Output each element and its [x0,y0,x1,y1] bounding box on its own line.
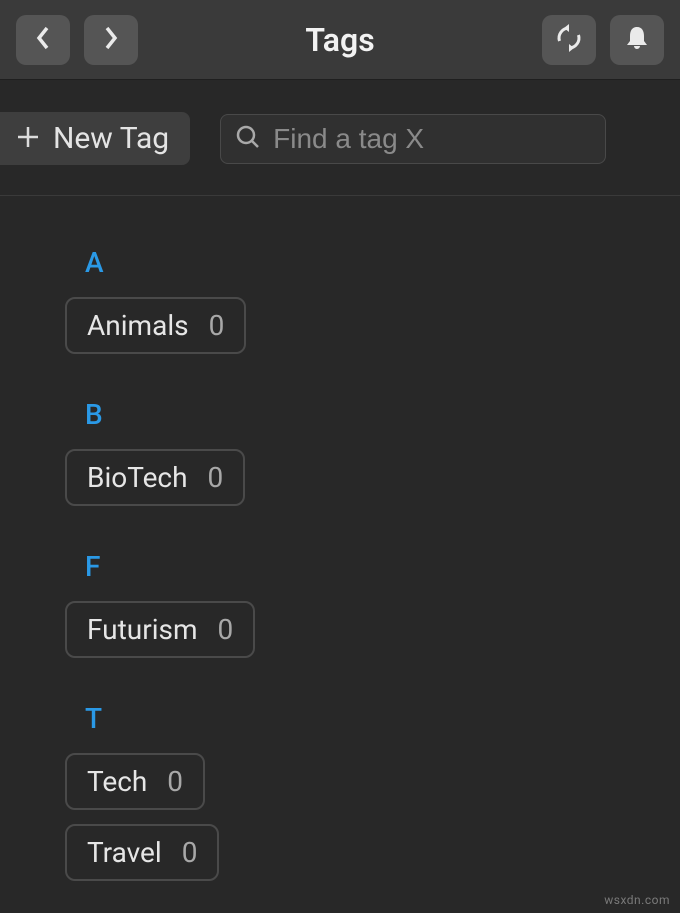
tag-name: BioTech [87,461,188,494]
letter-heading: T [65,692,680,753]
watermark: wsxdn.com [604,893,670,907]
plus-icon [15,124,41,154]
tags-list: A Animals 0 B BioTech 0 F Futurism 0 T [0,196,680,895]
tag-count: 0 [208,461,224,494]
search-input[interactable] [273,123,634,155]
search-field-wrap[interactable] [220,114,606,164]
tag-count: 0 [209,309,225,342]
title-bar: Tags [0,0,680,80]
letter-heading: B [65,388,680,449]
chevron-left-icon [33,24,53,56]
tag-count: 0 [167,765,183,798]
new-tag-label: New Tag [53,121,169,156]
tag-name: Futurism [87,613,198,646]
new-tag-button[interactable]: New Tag [0,112,190,165]
letter-heading: F [65,540,680,601]
tag-name: Animals [87,309,189,342]
letter-group: F Futurism 0 [65,540,680,672]
letter-group: T Tech 0 Travel 0 [65,692,680,895]
sync-icon [554,23,584,57]
toolbar: New Tag [0,80,680,196]
chevron-right-icon [101,24,121,56]
back-button[interactable] [16,15,70,65]
tag-chip[interactable]: BioTech 0 [65,449,245,506]
letter-group: A Animals 0 [65,236,680,368]
letter-heading: A [65,236,680,297]
tag-chip[interactable]: Futurism 0 [65,601,255,658]
tag-chip[interactable]: Travel 0 [65,824,219,881]
tag-count: 0 [182,836,198,869]
sync-button[interactable] [542,15,596,65]
bell-icon [623,24,651,56]
letter-group: B BioTech 0 [65,388,680,520]
notifications-button[interactable] [610,15,664,65]
search-icon [235,124,261,154]
tag-count: 0 [218,613,234,646]
page-title: Tags [305,21,374,59]
tag-chip[interactable]: Tech 0 [65,753,205,810]
tag-chip[interactable]: Animals 0 [65,297,246,354]
tag-name: Tech [87,765,147,798]
tag-name: Travel [87,836,162,869]
forward-button[interactable] [84,15,138,65]
